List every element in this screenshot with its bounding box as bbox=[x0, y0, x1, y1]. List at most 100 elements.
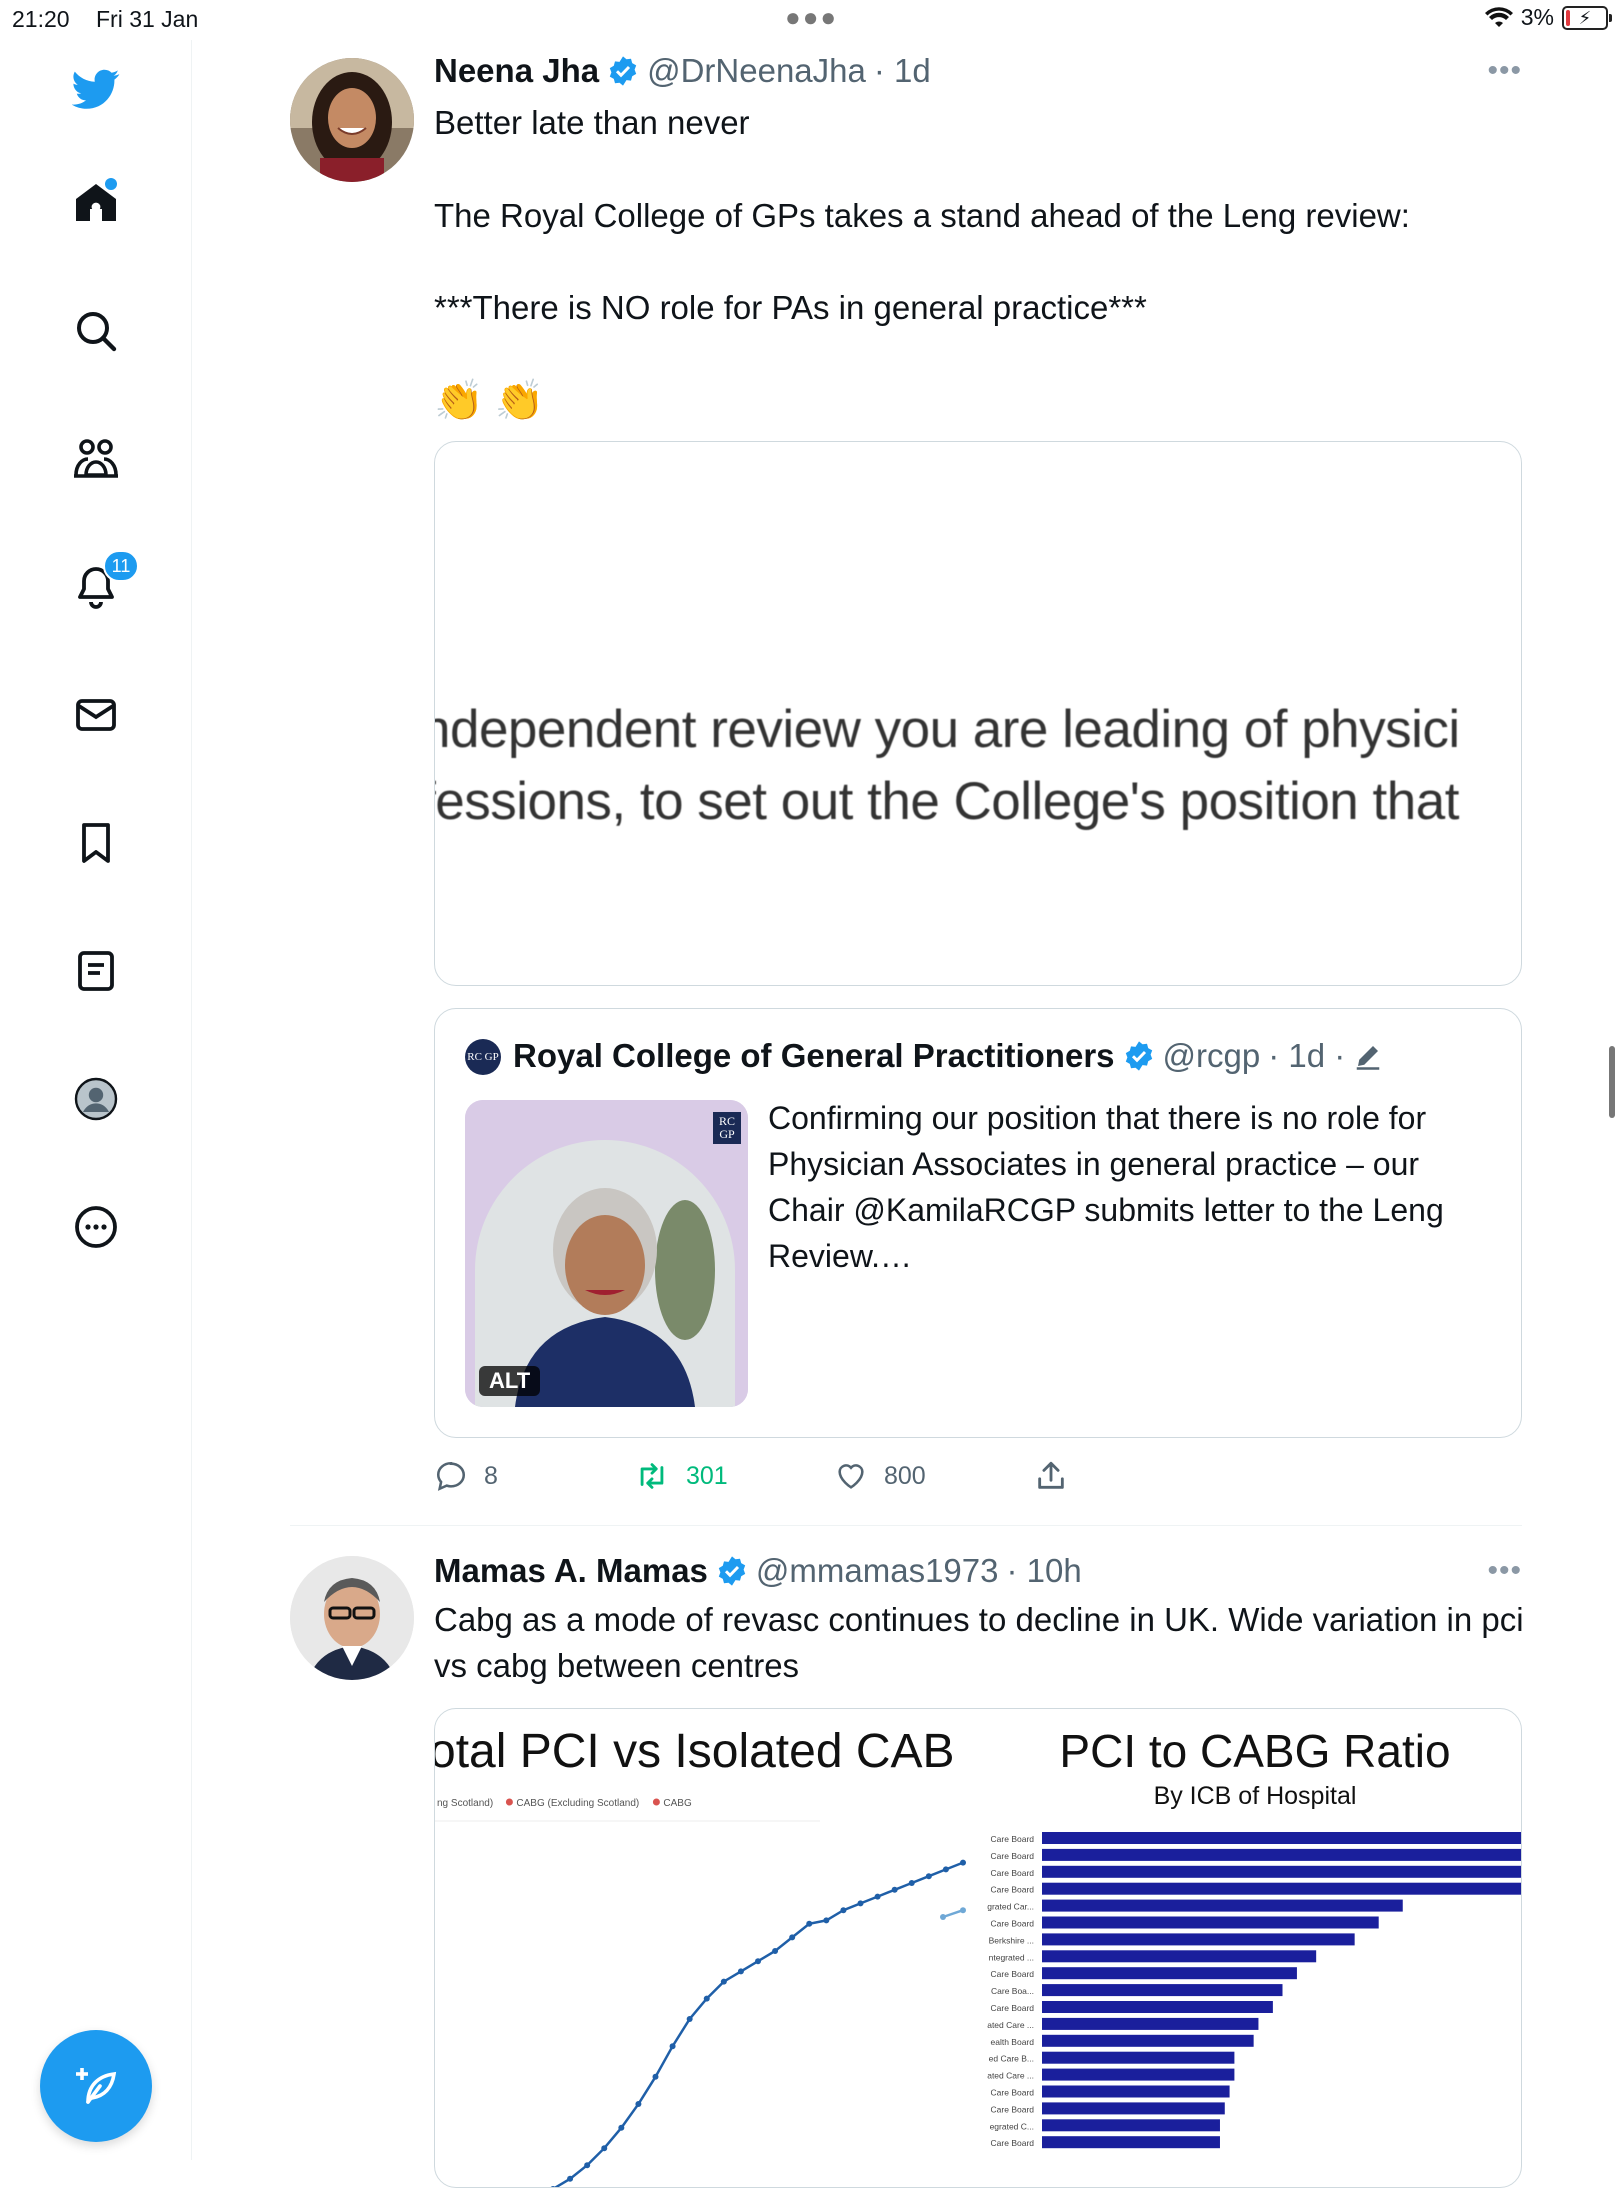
bird-icon bbox=[72, 69, 120, 109]
bar-category-label: Care Boa... bbox=[991, 1986, 1034, 1996]
sidebar-item-bookmarks[interactable] bbox=[67, 814, 125, 872]
author-name[interactable]: Mamas A. Mamas bbox=[434, 1552, 708, 1590]
retweet-button[interactable]: 301 bbox=[634, 1459, 728, 1493]
bar-category-label: Care Board bbox=[991, 1969, 1035, 1979]
author-handle[interactable]: @DrNeenaJha bbox=[647, 52, 866, 90]
quote-image-photo bbox=[465, 1100, 748, 1407]
bar-category-label: Care Board bbox=[991, 2104, 1035, 2114]
bar-category-label: Care Board bbox=[991, 2138, 1035, 2148]
reply-count: 8 bbox=[484, 1461, 498, 1490]
clapping-hands-emoji: 👏 👏 bbox=[434, 379, 545, 423]
quote-handle[interactable]: @rcgp bbox=[1163, 1037, 1261, 1075]
reply-button[interactable]: 8 bbox=[434, 1459, 498, 1493]
tweet-more-options-icon[interactable]: ••• bbox=[1487, 54, 1522, 88]
search-icon bbox=[77, 312, 117, 352]
bar-category-label: ntegrated ... bbox=[989, 1952, 1034, 1962]
bar-category-label: Care Board bbox=[991, 1919, 1035, 1929]
tweet-text-line: The Royal College of GPs takes a stand a… bbox=[434, 197, 1410, 234]
rcgp-logo-avatar[interactable]: RC GP bbox=[465, 1039, 501, 1075]
tweet-image[interactable]: otal PCI vs Isolated CAB ng Scotland) CAB… bbox=[434, 1708, 1522, 2188]
tweet-actions: 8 301 800 bbox=[434, 1456, 1522, 1496]
bar-category-label: Care Board bbox=[991, 2088, 1035, 2098]
like-button[interactable]: 800 bbox=[834, 1459, 926, 1493]
bar bbox=[1042, 2102, 1225, 2115]
tweet[interactable]: Neena Jha @DrNeenaJha · 1d ••• Better la… bbox=[290, 52, 1522, 1514]
tweet-time[interactable]: · 1d bbox=[874, 52, 931, 90]
more-circle-icon bbox=[75, 1206, 117, 1248]
new-items-dot bbox=[105, 178, 117, 190]
sidebar-item-more[interactable] bbox=[67, 1198, 125, 1256]
tweet-text: Cabg as a mode of revasc continues to de… bbox=[434, 1601, 1524, 1684]
sidebar-item-profile[interactable] bbox=[67, 1070, 125, 1128]
avatar-photo bbox=[290, 58, 414, 182]
sidebar-item-communities[interactable] bbox=[67, 430, 125, 488]
bar bbox=[1042, 1832, 1521, 1844]
data-point bbox=[703, 1995, 710, 2002]
data-point bbox=[618, 2124, 625, 2131]
bar bbox=[1042, 1899, 1403, 1912]
sidebar-item-search[interactable] bbox=[67, 302, 125, 360]
share-button[interactable] bbox=[1034, 1459, 1068, 1493]
author-name[interactable]: Neena Jha bbox=[434, 52, 599, 90]
data-point bbox=[874, 1893, 881, 1900]
chart-image: otal PCI vs Isolated CAB ng Scotland) CAB… bbox=[435, 1725, 1521, 2187]
retweet-icon bbox=[640, 1463, 664, 1489]
data-point bbox=[908, 1880, 915, 1886]
data-point bbox=[940, 1914, 946, 1920]
tweet-image[interactable]: ndependent review you are leading of phy… bbox=[434, 441, 1522, 986]
sidebar-item-lists[interactable] bbox=[67, 942, 125, 1000]
author-avatar[interactable] bbox=[290, 58, 414, 182]
author-handle[interactable]: @mmamas1973 bbox=[756, 1552, 999, 1590]
data-point bbox=[857, 1900, 864, 1907]
quoted-tweet[interactable]: RC GP Royal College of General Practitio… bbox=[434, 1008, 1522, 1438]
data-point bbox=[823, 1917, 830, 1924]
data-point bbox=[720, 1978, 727, 1985]
quote-author-name[interactable]: Royal College of General Practitioners bbox=[513, 1037, 1115, 1075]
right-chart-plot: Care Board Care Board Care Board Care Board… bbox=[987, 1832, 1521, 2149]
bar bbox=[1042, 1916, 1379, 1929]
sidebar: 11 bbox=[0, 40, 192, 2160]
data-point bbox=[737, 1968, 744, 1975]
legend-marker bbox=[505, 1798, 513, 1806]
data-point bbox=[840, 1907, 847, 1914]
avatar-photo bbox=[290, 1556, 414, 1680]
data-point bbox=[891, 1886, 898, 1893]
sidebar-item-notifications[interactable]: 11 bbox=[67, 550, 139, 616]
bar bbox=[1042, 1967, 1297, 1980]
wifi-icon bbox=[1484, 6, 1513, 27]
bookmark-icon bbox=[82, 823, 110, 863]
data-point bbox=[806, 1920, 813, 1927]
quote-header: Royal College of General Practitioners @… bbox=[513, 1037, 1383, 1075]
bar bbox=[1042, 2017, 1259, 2030]
status-date: Fri 31 Jan bbox=[96, 6, 199, 32]
quote-time[interactable]: · 1d · bbox=[1268, 1037, 1345, 1075]
left-chart-legend: ng Scotland) CABG (Excluding Scotland) CAB… bbox=[437, 1798, 692, 1809]
tweet-time[interactable]: · 10h bbox=[1007, 1552, 1082, 1590]
tweet-text-line: ***There is NO role for PAs in general p… bbox=[434, 289, 1147, 326]
bar bbox=[1042, 1848, 1521, 1861]
battery-percent: 3% bbox=[1520, 4, 1554, 30]
tweet-divider bbox=[290, 1525, 1522, 1526]
compose-feather-icon bbox=[76, 2068, 117, 2104]
multitasking-dots-icon[interactable]: ●●● bbox=[785, 2, 838, 33]
data-point bbox=[601, 2145, 608, 2152]
tweet-more-options-icon[interactable]: ••• bbox=[1487, 1554, 1522, 1588]
twitter-logo-icon[interactable] bbox=[67, 60, 125, 118]
series-line bbox=[942, 1909, 964, 1919]
battery-icon: ⚡ bbox=[1562, 5, 1612, 30]
tweet[interactable]: Mamas A. Mamas @mmamas1973 · 10h ••• Cab… bbox=[290, 1552, 1524, 2188]
sidebar-item-home[interactable] bbox=[67, 174, 125, 232]
data-point bbox=[669, 2043, 676, 2050]
image-text: ndependent review you are leading of phy… bbox=[434, 694, 1460, 838]
quote-image[interactable]: RC GP ALT bbox=[465, 1100, 748, 1407]
author-avatar[interactable] bbox=[290, 1556, 414, 1680]
image-text-line: fessions, to set out the College's posit… bbox=[434, 772, 1459, 831]
compose-tweet-button[interactable] bbox=[40, 2030, 152, 2142]
bar-category-label: egrated C... bbox=[990, 2121, 1034, 2131]
alt-text-badge[interactable]: ALT bbox=[479, 1366, 541, 1396]
data-point bbox=[652, 2073, 659, 2080]
bar bbox=[1042, 2001, 1273, 2013]
rcgp-watermark-logo: RC GP bbox=[713, 1112, 741, 1144]
scrollbar[interactable] bbox=[1609, 1046, 1615, 1118]
sidebar-item-messages[interactable] bbox=[67, 686, 125, 744]
